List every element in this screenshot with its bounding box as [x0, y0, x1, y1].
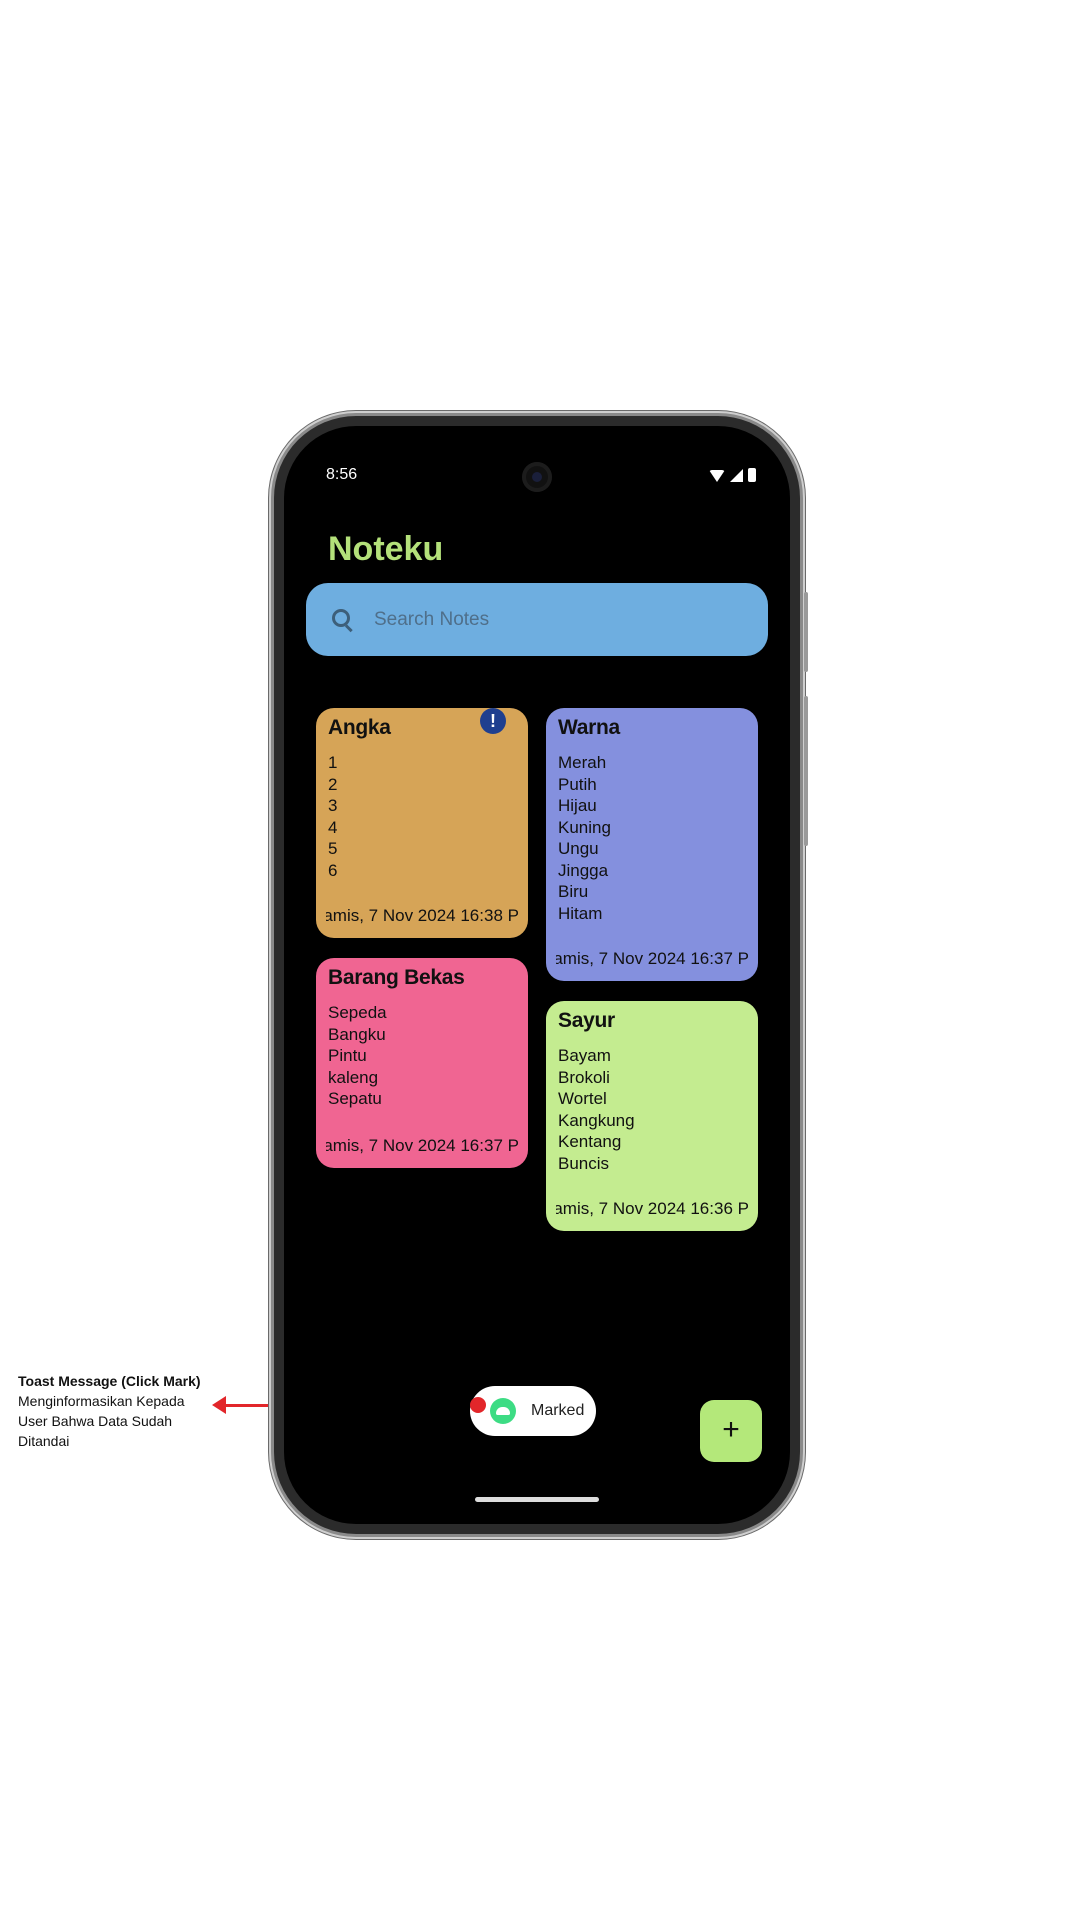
toast-message: Marked: [470, 1386, 596, 1436]
note-date-text: Kamis, 7 Nov 2024 16:38 PM: [326, 906, 518, 925]
note-card-sayur[interactable]: Sayur Bayam Brokoli Wortel Kangkung Kent…: [546, 1001, 758, 1231]
home-indicator[interactable]: [475, 1497, 599, 1502]
note-line: Bangku: [328, 1024, 386, 1044]
note-line: 5: [328, 839, 338, 858]
note-line: 2: [328, 774, 338, 794]
signal-icon: [730, 469, 743, 482]
volume-button: [804, 592, 808, 672]
add-note-button[interactable]: +: [700, 1400, 762, 1462]
note-title: Warna: [558, 716, 620, 739]
note-line: Buncis: [558, 1153, 610, 1173]
toast-text: Marked: [531, 1402, 585, 1419]
annotation-arrow-dot: [470, 1397, 486, 1413]
annotation-arrow-head: [212, 1396, 226, 1414]
power-button: [804, 696, 808, 846]
search-icon: [332, 608, 354, 631]
note-line: Kangkung: [558, 1110, 635, 1130]
note-line: kaleng: [328, 1067, 379, 1087]
front-camera: [522, 462, 552, 492]
note-date: Kamis, 7 Nov 2024 16:36 PM: [556, 1199, 748, 1219]
note-body: Merah Putih Hijau Kuning Ungu Jingga Bir…: [558, 752, 611, 924]
note-body: Sepeda Bangku Pintu kaleng Sepatu: [328, 1002, 387, 1110]
note-line: 4: [328, 817, 338, 837]
note-line: Pintu: [328, 1046, 367, 1065]
android-icon: [490, 1398, 516, 1424]
annotation-line: Ditandai: [18, 1433, 70, 1449]
note-date: Kamis, 7 Nov 2024 16:38 PM: [326, 906, 518, 926]
note-card-angka[interactable]: Angka ! 1 2 3 4 5 6 Kamis, 7 Nov 2024 16…: [316, 708, 528, 938]
note-line: 3: [328, 796, 338, 815]
phone-frame: 8:56 Noteku Angka ! 1 2 3 4 5 6: [274, 416, 808, 1534]
note-card-barang-bekas[interactable]: Barang Bekas Sepeda Bangku Pintu kaleng …: [316, 958, 528, 1168]
note-line: Kuning: [558, 817, 611, 837]
note-title: Barang Bekas: [328, 966, 465, 989]
note-line: Sepeda: [328, 1003, 387, 1022]
annotation-line: User Bahwa Data Sudah: [18, 1413, 173, 1429]
note-title: Angka: [328, 716, 391, 739]
note-body: 1 2 3 4 5 6: [328, 752, 337, 881]
status-bar: 8:56: [284, 426, 790, 492]
wifi-icon: [709, 470, 725, 482]
note-date: Kamis, 7 Nov 2024 16:37 PM: [326, 1136, 518, 1156]
note-line: Bayam: [558, 1046, 611, 1065]
status-icons: [709, 466, 756, 482]
app-title: Noteku: [328, 530, 444, 568]
note-line: Brokoli: [558, 1067, 610, 1087]
annotation-title: Toast Message (Click Mark): [18, 1373, 201, 1389]
note-line: 6: [328, 860, 338, 880]
search-input[interactable]: [372, 607, 756, 632]
note-body: Bayam Brokoli Wortel Kangkung Kentang Bu…: [558, 1045, 635, 1174]
note-date-text: Kamis, 7 Nov 2024 16:37 PM: [556, 949, 748, 968]
annotation-line: Menginformasikan Kepada: [18, 1393, 185, 1409]
annotation: Toast Message (Click Mark) Menginformasi…: [18, 1371, 218, 1451]
search-bar[interactable]: [306, 583, 768, 656]
status-time: 8:56: [326, 466, 358, 483]
note-line: 1: [328, 753, 338, 772]
note-line: Jingga: [558, 860, 609, 880]
battery-icon: [748, 468, 756, 482]
note-line: Sepatu: [328, 1089, 382, 1108]
note-line: Biru: [558, 882, 589, 901]
note-line: Kentang: [558, 1132, 622, 1151]
note-date: Kamis, 7 Nov 2024 16:37 PM: [556, 949, 748, 969]
note-line: Hijau: [558, 796, 597, 815]
mark-icon[interactable]: !: [480, 708, 506, 734]
note-line: Hitam: [558, 903, 603, 923]
note-line: Putih: [558, 774, 597, 794]
note-date-text: Kamis, 7 Nov 2024 16:37 PM: [326, 1136, 518, 1155]
note-line: Ungu: [558, 839, 599, 858]
note-card-warna[interactable]: Warna Merah Putih Hijau Kuning Ungu Jing…: [546, 708, 758, 981]
note-date-text: Kamis, 7 Nov 2024 16:36 PM: [556, 1199, 748, 1218]
phone-screen: 8:56 Noteku Angka ! 1 2 3 4 5 6: [284, 426, 790, 1524]
note-line: Wortel: [558, 1089, 607, 1108]
note-line: Merah: [558, 753, 607, 772]
note-title: Sayur: [558, 1009, 615, 1032]
